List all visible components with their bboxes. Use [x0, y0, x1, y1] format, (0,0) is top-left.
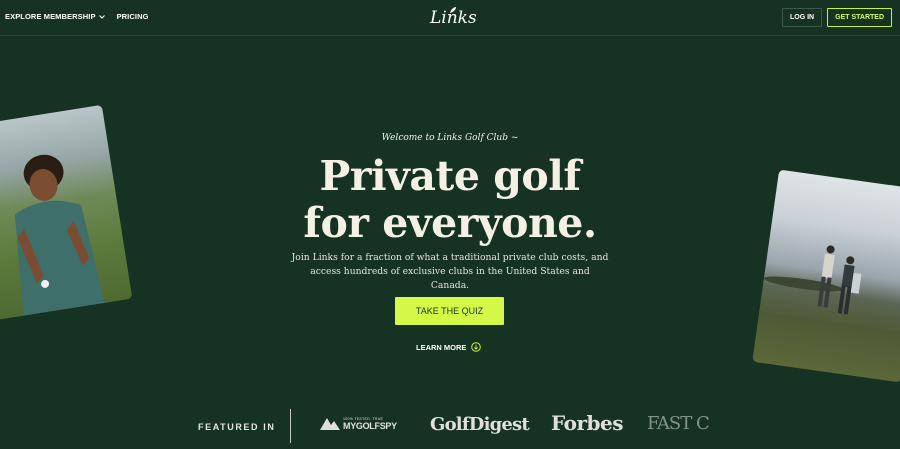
pricing-link[interactable]: PRICING	[117, 12, 149, 21]
pricing-label: PRICING	[116, 12, 149, 21]
featured-in-label: FEATURED IN	[198, 422, 276, 432]
take-the-quiz-button[interactable]: TAKE THE QUIZ	[395, 297, 504, 325]
login-button[interactable]: LOG IN	[782, 8, 823, 27]
top-nav: EXPLORE MEMBERSHIP PRICING Links LOG IN …	[0, 0, 900, 36]
fastcompany-logo: FAST C	[647, 413, 710, 434]
forbes-logo: Forbes	[551, 411, 623, 435]
mygolfspy-wordmark: MYGOLFSPY	[343, 421, 397, 431]
headline-line-2: for everyone.	[303, 199, 597, 247]
learn-more-label: LEARN MORE	[416, 342, 467, 352]
learn-more-link[interactable]: LEARN MORE	[416, 342, 482, 352]
mygolfspy-emblem-icon	[320, 418, 340, 430]
hero-subtext: Join Links for a fraction of what a trad…	[291, 252, 609, 291]
chevron-down-icon	[98, 14, 105, 19]
nav-right: LOG IN GET STARTED	[782, 8, 892, 27]
golfdigest-logo: GolfDigest	[430, 414, 530, 435]
featured-divider	[290, 409, 291, 443]
get-started-button[interactable]: GET STARTED	[827, 8, 892, 27]
logo-text: Links	[430, 8, 477, 28]
hero-section: Welcome to Links Golf Club ~ Private gol…	[0, 36, 900, 449]
explore-membership-label: EXPLORE MEMBERSHIP	[5, 12, 96, 21]
mygolfspy-logo: 100% TESTED. TRUE MYGOLFSPY	[319, 416, 397, 432]
hero-headline: Private golf for everyone.	[0, 153, 900, 247]
nav-left: EXPLORE MEMBERSHIP PRICING	[5, 12, 149, 21]
headline-line-1: Private golf	[319, 152, 581, 200]
explore-membership-menu[interactable]: EXPLORE MEMBERSHIP	[5, 12, 105, 21]
arrow-down-circle-icon	[471, 342, 482, 352]
links-logo[interactable]: Links	[430, 4, 477, 32]
hero-kicker: Welcome to Links Golf Club ~	[381, 133, 519, 143]
